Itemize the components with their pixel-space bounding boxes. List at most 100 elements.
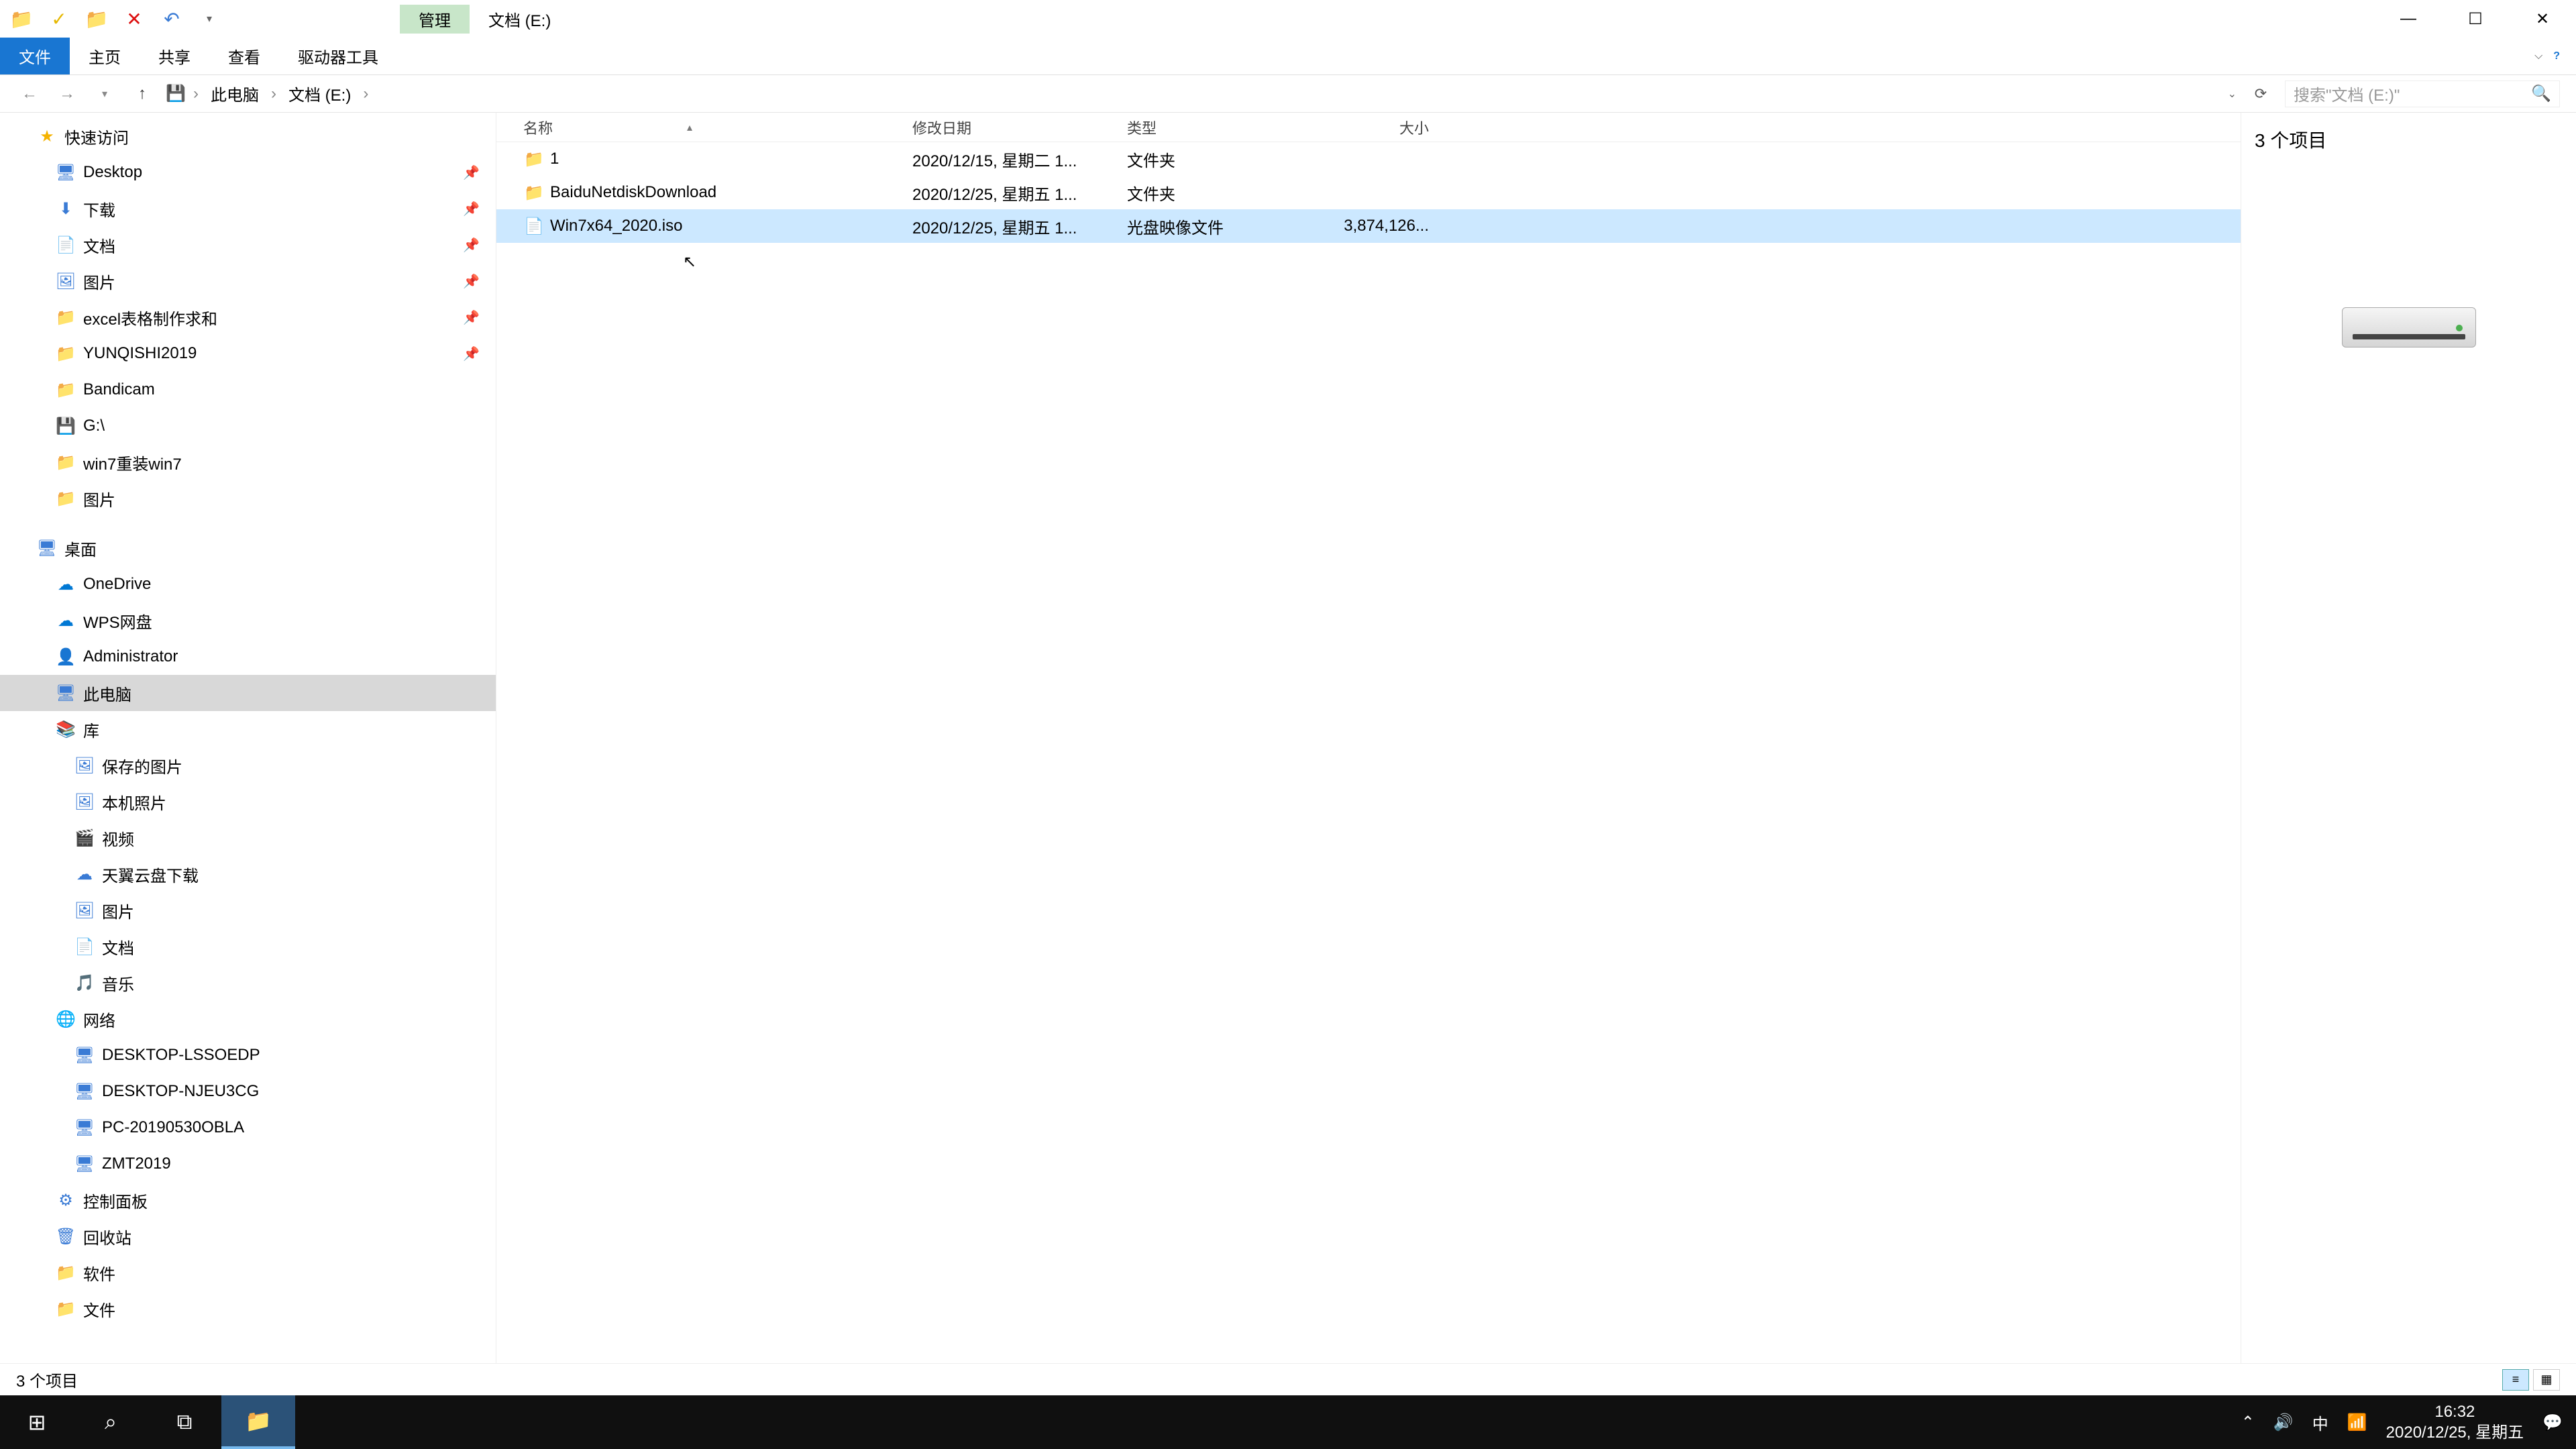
nav-item-network[interactable]: 🌐网络 [0, 1001, 496, 1037]
nav-item-g-drive[interactable]: 💾G:\ [0, 408, 496, 444]
chevron-right-icon[interactable]: › [193, 85, 199, 103]
tray-action-center-icon[interactable]: 💬 [2542, 1413, 2563, 1432]
nav-item-admin[interactable]: 👤Administrator [0, 639, 496, 675]
qat-delete-icon[interactable]: ✕ [118, 5, 150, 32]
taskbar-file-explorer[interactable]: 📁 [221, 1395, 295, 1449]
tab-view[interactable]: 查看 [209, 38, 279, 74]
search-input[interactable]: 搜索"文档 (E:)" 🔍 [2285, 80, 2560, 107]
nav-item-desktop[interactable]: 🖥Desktop📌 [0, 154, 496, 191]
nav-item-video[interactable]: 🎬视频 [0, 820, 496, 856]
tab-share[interactable]: 共享 [140, 38, 209, 74]
qat-new-folder-icon[interactable]: 📁 [80, 5, 113, 32]
system-tray: ⌃ 🔊 中 📶 16:32 2020/12/25, 星期五 💬 [2241, 1401, 2576, 1443]
qat-dropdown-icon[interactable]: ▾ [193, 5, 225, 32]
nav-item-tianyi[interactable]: ☁天翼云盘下载 [0, 856, 496, 892]
col-header-type[interactable]: 类型 [1127, 117, 1308, 138]
col-header-name[interactable]: 名称▴ [523, 117, 912, 138]
tray-volume-icon[interactable]: 🔊 [2273, 1413, 2294, 1432]
folder-icon: 📁 [56, 453, 75, 472]
file-row-selected[interactable]: 📄Win7x64_2020.iso 2020/12/25, 星期五 1... 光… [496, 209, 2241, 243]
nav-item-bandicam[interactable]: 📁Bandicam [0, 372, 496, 408]
nav-item-recycle[interactable]: 🗑回收站 [0, 1218, 496, 1254]
nav-item-pc2[interactable]: 🖥DESKTOP-NJEU3CG [0, 1073, 496, 1110]
address-dropdown-icon[interactable]: ⌄ [2228, 87, 2237, 101]
tab-drive-tools[interactable]: 驱动器工具 [279, 38, 397, 74]
folder-icon: 📁 [523, 150, 545, 169]
view-icons-button[interactable]: ▦ [2533, 1369, 2560, 1391]
nav-item-yunqishi[interactable]: 📁YUNQISHI2019📌 [0, 335, 496, 372]
qat-properties-icon[interactable]: ✓ [43, 5, 75, 32]
up-button[interactable]: ↑ [129, 80, 156, 107]
chevron-right-icon[interactable]: › [271, 85, 276, 103]
col-header-date[interactable]: 修改日期 [912, 117, 1127, 138]
nav-item-software[interactable]: 📁软件 [0, 1254, 496, 1291]
search-button[interactable]: ⌕ [74, 1395, 148, 1449]
ribbon-collapse-icon[interactable]: ⌵ [2534, 50, 2542, 62]
start-button[interactable]: ⊞ [0, 1395, 74, 1449]
picture-icon: 🖼 [75, 901, 94, 920]
nav-item-win7[interactable]: 📁win7重装win7 [0, 444, 496, 480]
tab-home[interactable]: 主页 [70, 38, 140, 74]
qat-undo-icon[interactable]: ↶ [156, 5, 188, 32]
tray-ime-indicator[interactable]: 中 [2312, 1411, 2328, 1434]
close-button[interactable]: ✕ [2509, 0, 2576, 38]
cloud-icon: ☁ [56, 611, 75, 631]
nav-item-control-panel[interactable]: ⚙控制面板 [0, 1182, 496, 1218]
tray-chevron-up-icon[interactable]: ⌃ [2241, 1413, 2255, 1432]
crumb-this-pc[interactable]: 此电脑 [207, 79, 263, 108]
tray-network-icon[interactable]: 📶 [2347, 1413, 2367, 1432]
status-bar: 3 个项目 ≡ ▦ [0, 1363, 2576, 1395]
tab-file[interactable]: 文件 [0, 38, 70, 74]
nav-item-pc3[interactable]: 🖥PC-20190530OBLA [0, 1110, 496, 1146]
nav-item-pc4[interactable]: 🖥ZMT2019 [0, 1146, 496, 1182]
nav-item-pc1[interactable]: 🖥DESKTOP-LSSOEDP [0, 1037, 496, 1073]
folder-icon: 📁 [56, 489, 75, 508]
nav-item-library[interactable]: 📚库 [0, 711, 496, 747]
nav-item-excel[interactable]: 📁excel表格制作求和📌 [0, 299, 496, 335]
nav-item-this-pc[interactable]: 🖥此电脑 [0, 675, 496, 711]
nav-item-lib-pics[interactable]: 🖼图片 [0, 892, 496, 928]
nav-item-pictures[interactable]: 🖼图片📌 [0, 263, 496, 299]
file-list[interactable]: 📁1 2020/12/15, 星期二 1... 文件夹 📁BaiduNetdis… [496, 142, 2241, 1363]
window-title: 文档 (E:) [470, 5, 570, 34]
col-header-size[interactable]: 大小 [1308, 117, 1442, 138]
status-item-count: 3 个项目 [16, 1368, 78, 1391]
taskbar: ⊞ ⌕ ⧉ 📁 ⌃ 🔊 中 📶 16:32 2020/12/25, 星期五 💬 [0, 1395, 2576, 1449]
nav-desktop[interactable]: 🖥桌面 [0, 530, 496, 566]
minimize-button[interactable]: — [2375, 0, 2442, 38]
nav-item-files[interactable]: 📁文件 [0, 1291, 496, 1327]
help-icon[interactable]: ? [2553, 50, 2560, 62]
back-button[interactable]: ← [16, 80, 43, 107]
nav-item-onedrive[interactable]: ☁OneDrive [0, 566, 496, 602]
nav-tree[interactable]: ★快速访问 🖥Desktop📌 ⬇下载📌 📄文档📌 🖼图片📌 📁excel表格制… [0, 113, 496, 1363]
ribbon-help: ⌵ ? [2534, 38, 2576, 74]
nav-item-pictures2[interactable]: 📁图片 [0, 480, 496, 517]
nav-item-wps[interactable]: ☁WPS网盘 [0, 602, 496, 639]
nav-item-downloads[interactable]: ⬇下载📌 [0, 191, 496, 227]
task-view-button[interactable]: ⧉ [148, 1395, 221, 1449]
recent-dropdown-icon[interactable]: ▾ [91, 80, 118, 107]
cloud-icon: ☁ [56, 575, 75, 594]
nav-item-documents[interactable]: 📄文档📌 [0, 227, 496, 263]
crumb-drive-e[interactable]: 文档 (E:) [284, 79, 355, 108]
file-row[interactable]: 📁BaiduNetdiskDownload 2020/12/25, 星期五 1.… [496, 176, 2241, 209]
maximize-button[interactable]: ☐ [2442, 0, 2509, 38]
app-icon: 📁 [5, 5, 38, 32]
tray-clock[interactable]: 16:32 2020/12/25, 星期五 [2386, 1401, 2524, 1443]
nav-item-lib-docs[interactable]: 📄文档 [0, 928, 496, 965]
nav-item-music[interactable]: 🎵音乐 [0, 965, 496, 1001]
quick-access-toolbar: 📁 ✓ 📁 ✕ ↶ ▾ [0, 5, 225, 32]
chevron-right-icon[interactable]: › [363, 85, 368, 103]
pc-icon: 🖥 [75, 1155, 94, 1174]
refresh-button[interactable]: ⟳ [2247, 80, 2274, 107]
view-details-button[interactable]: ≡ [2502, 1369, 2529, 1391]
breadcrumb[interactable]: 💾 › 此电脑 › 文档 (E:) › [166, 79, 2217, 108]
context-tab-manage[interactable]: 管理 [400, 5, 470, 34]
nav-item-camera[interactable]: 🖼本机照片 [0, 784, 496, 820]
library-icon: 📚 [56, 720, 75, 739]
file-row[interactable]: 📁1 2020/12/15, 星期二 1... 文件夹 [496, 142, 2241, 176]
forward-button[interactable]: → [54, 80, 80, 107]
nav-quick-access[interactable]: ★快速访问 [0, 118, 496, 154]
nav-item-saved-pics[interactable]: 🖼保存的图片 [0, 747, 496, 784]
drive-icon: 💾 [166, 84, 185, 103]
